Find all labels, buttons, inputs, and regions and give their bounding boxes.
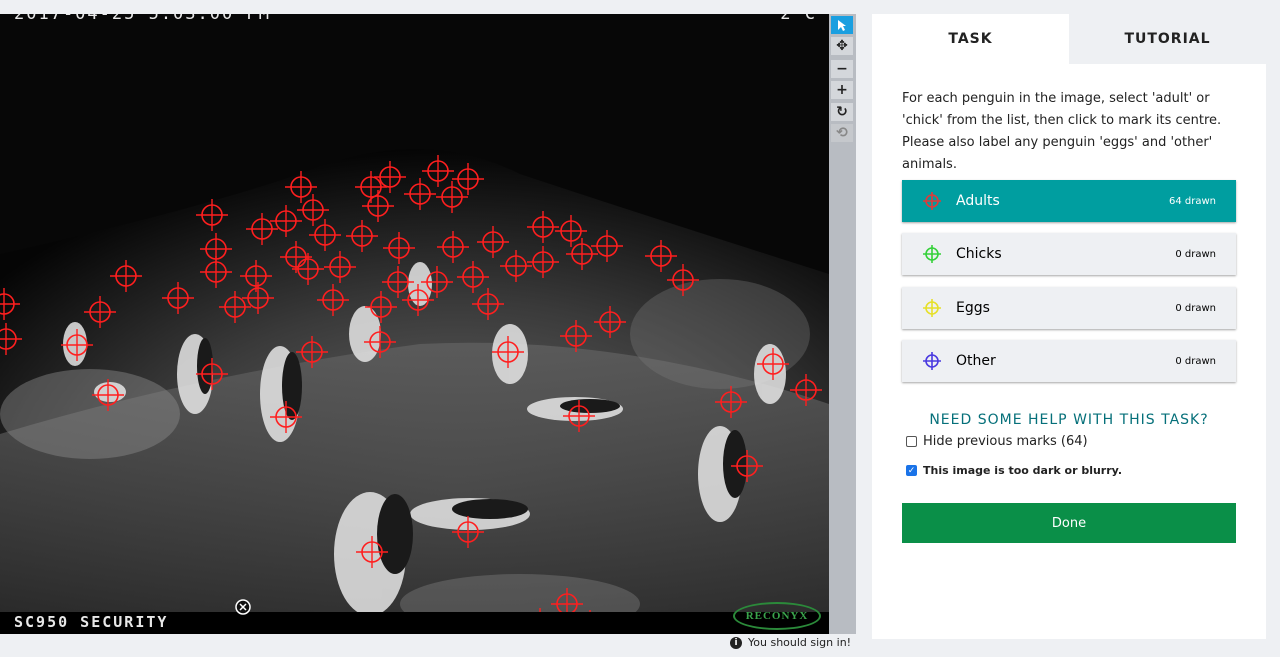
panel-tabs: TASK TUTORIAL [872, 14, 1266, 64]
camera-label: SC950 SECURITY [14, 613, 169, 631]
penguin-camera-photo [0, 14, 829, 634]
reset-icon[interactable]: ⟲ [831, 124, 853, 142]
zoom-out-icon[interactable]: − [831, 60, 853, 78]
photo-temperature: 2°C [780, 14, 817, 24]
crosshair-icon [923, 299, 941, 317]
tool-label: Chicks [956, 246, 1002, 262]
hide-marks-label: Hide previous marks (64) [923, 434, 1088, 449]
camera-footer: SC950 SECURITY RECONYX [0, 602, 829, 634]
tool-count: 0 drawn [1175, 302, 1216, 314]
tool-count: 0 drawn [1175, 248, 1216, 260]
hide-marks-option[interactable]: Hide previous marks (64) [906, 434, 1088, 449]
image-toolbar: ✥ − + ↻ ⟲ [829, 14, 856, 634]
pan-icon[interactable]: ✥ [831, 37, 853, 55]
tool-chicks[interactable]: Chicks 0 drawn [902, 233, 1236, 275]
tool-label: Other [956, 353, 996, 369]
tool-label: Eggs [956, 300, 990, 316]
delete-mark-icon[interactable] [230, 599, 260, 629]
too-dark-label: This image is too dark or blurry. [923, 464, 1122, 477]
rotate-icon[interactable]: ↻ [831, 103, 853, 121]
task-instructions: For each penguin in the image, select 'a… [902, 91, 1222, 172]
done-button[interactable]: Done [902, 503, 1236, 543]
zoom-in-icon[interactable]: + [831, 81, 853, 99]
tool-count: 64 drawn [1168, 195, 1216, 207]
tab-tutorial[interactable]: TUTORIAL [1069, 14, 1266, 64]
info-icon: i [730, 636, 742, 649]
crosshair-icon [923, 192, 941, 210]
hide-marks-checkbox[interactable] [906, 436, 917, 447]
pointer-icon[interactable] [831, 16, 853, 34]
crosshair-icon [923, 245, 941, 263]
crosshair-icon [923, 352, 941, 370]
photo-timestamp: 2017-04-25 5:03:00 PM [14, 14, 271, 24]
help-link[interactable]: NEED SOME HELP WITH THIS TASK? [872, 412, 1266, 428]
too-dark-option[interactable]: ✓ This image is too dark or blurry. [906, 464, 1122, 477]
subject-image-viewer[interactable]: 2017-04-25 5:03:00 PM 2°C SC950 SECURITY… [0, 14, 829, 634]
tool-other[interactable]: Other 0 drawn [902, 340, 1236, 382]
tool-label: Adults [956, 193, 1000, 209]
tool-adults[interactable]: Adults 64 drawn [902, 180, 1236, 222]
tool-eggs[interactable]: Eggs 0 drawn [902, 287, 1236, 329]
sign-in-text: You should sign in! [748, 636, 852, 649]
tool-count: 0 drawn [1175, 355, 1216, 367]
too-dark-checkbox[interactable]: ✓ [906, 465, 917, 476]
tab-task[interactable]: TASK [872, 14, 1069, 64]
brand-logo: RECONYX [733, 602, 821, 630]
sign-in-notice[interactable]: i You should sign in! [730, 636, 851, 649]
task-panel: TASK TUTORIAL For each penguin in the im… [872, 14, 1266, 639]
